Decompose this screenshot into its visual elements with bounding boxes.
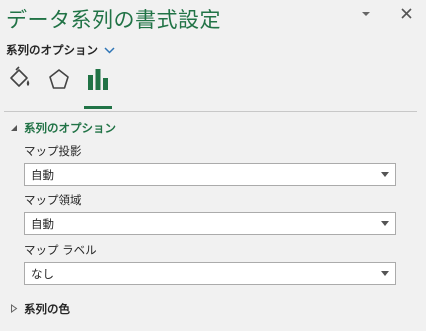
map-projection-select[interactable]: 自動 bbox=[24, 163, 396, 186]
pentagon-icon bbox=[47, 67, 71, 95]
map-labels-label: マップ ラベル bbox=[24, 243, 97, 257]
map-area-value: 自動 bbox=[31, 216, 54, 231]
active-tab-indicator bbox=[84, 106, 112, 109]
section-series-color-title: 系列の色 bbox=[24, 302, 70, 316]
section-series-options-title: 系列のオプション bbox=[24, 121, 116, 135]
bar-chart-icon bbox=[86, 66, 110, 96]
series-options-tab[interactable] bbox=[84, 66, 112, 96]
series-options-menu-label: 系列のオプション bbox=[6, 43, 98, 57]
paint-bucket-icon bbox=[7, 66, 33, 96]
close-icon[interactable] bbox=[396, 4, 416, 22]
chevron-down-icon bbox=[104, 43, 115, 57]
section-series-color-header[interactable]: 系列の色 bbox=[10, 300, 70, 318]
map-area-label: マップ領域 bbox=[24, 193, 82, 207]
dropdown-arrow-icon bbox=[381, 172, 389, 177]
map-projection-value: 自動 bbox=[31, 167, 54, 182]
map-projection-label: マップ投影 bbox=[24, 144, 82, 158]
expanded-triangle-icon bbox=[10, 121, 18, 135]
section-series-options-header[interactable]: 系列のオプション bbox=[10, 119, 116, 137]
map-labels-select[interactable]: なし bbox=[24, 262, 396, 285]
pane-title: データ系列の書式設定 bbox=[6, 8, 221, 32]
pane-options-dropdown-icon[interactable] bbox=[357, 6, 375, 22]
tab-divider bbox=[4, 111, 417, 112]
fill-line-tab[interactable] bbox=[6, 66, 34, 96]
effects-tab[interactable] bbox=[45, 66, 73, 96]
series-options-menu[interactable]: 系列のオプション bbox=[6, 41, 115, 59]
format-data-series-pane: データ系列の書式設定 系列のオプション 系列のオプション マップ投影 自動 マッ… bbox=[0, 0, 426, 331]
map-labels-value: なし bbox=[31, 266, 54, 281]
map-area-select[interactable]: 自動 bbox=[24, 212, 396, 235]
collapsed-triangle-icon bbox=[10, 302, 18, 316]
dropdown-arrow-icon bbox=[381, 221, 389, 226]
dropdown-arrow-icon bbox=[381, 271, 389, 276]
